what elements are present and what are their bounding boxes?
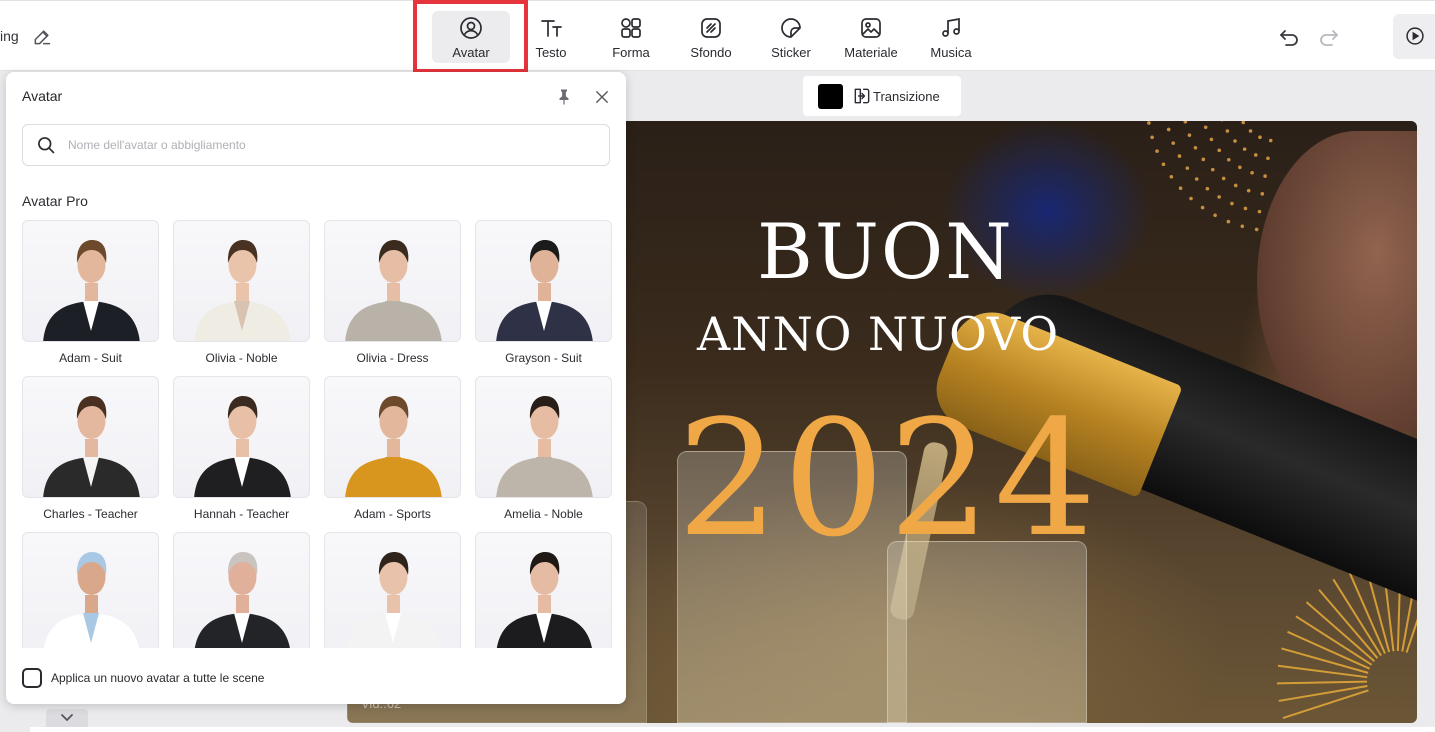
avatar-card[interactable]: Hannah - Teacher (173, 376, 310, 521)
pin-icon[interactable] (555, 87, 573, 107)
avatar-figure (194, 396, 291, 497)
tool-label: Musica (930, 45, 972, 60)
avatar-name: Olivia - Noble (205, 351, 278, 365)
avatar-name: Charles - Teacher (43, 507, 138, 521)
avatar-card[interactable]: Olivia - Noble (173, 220, 310, 365)
avatar-card[interactable]: Adam - Sports (324, 376, 461, 521)
tool-materiale[interactable]: Materiale (832, 11, 910, 63)
avatar-grid: Adam - Suit Olivia - Noble Olivia - Dress G… (22, 220, 612, 648)
tool-avatar[interactable]: Avatar (432, 11, 510, 63)
top-toolbar: ing Avatar Testo Forma Sfondo Sticker Ma… (0, 0, 1435, 71)
tool-label: Forma (612, 45, 650, 60)
apply-all-label: Applica un nuovo avatar a tutte le scene (51, 671, 265, 685)
avatar-thumbnail[interactable] (173, 532, 310, 648)
avatar-card[interactable]: Charles - Teacher (22, 376, 159, 521)
tool-label: Materiale (844, 45, 898, 60)
slide-year[interactable]: 2024 (677, 399, 1100, 559)
avatar-thumbnail[interactable] (173, 220, 310, 342)
avatar-figure (496, 240, 593, 341)
avatar-name: Amelia - Noble (504, 507, 583, 521)
tool-sfondo[interactable]: Sfondo (672, 11, 750, 63)
avatar-figure (43, 240, 140, 341)
avatar-thumbnail[interactable] (22, 220, 159, 342)
image-icon (861, 18, 881, 38)
chevron-down-icon (61, 714, 73, 722)
avatar-name: Olivia - Dress (356, 351, 429, 365)
avatar-icon (460, 17, 482, 39)
sticker-icon (781, 18, 801, 38)
avatar-thumbnail[interactable] (324, 532, 461, 648)
search-icon (38, 137, 55, 154)
avatar-figure (345, 552, 441, 648)
avatar-thumbnail[interactable] (324, 220, 461, 342)
avatar-card[interactable]: Grayson - Suit (475, 220, 612, 365)
slide-headline-anno-nuovo[interactable]: ANNO NUOVO (697, 307, 1059, 361)
avatar-name: Adam - Sports (354, 507, 431, 521)
avatar-thumbnail[interactable] (22, 376, 159, 498)
slide-headline-buon[interactable]: BUON (757, 207, 1014, 296)
transition-icon (854, 88, 870, 104)
avatar-thumbnail[interactable] (475, 220, 612, 342)
apply-all-row[interactable]: Applica un nuovo avatar a tutte le scene (22, 668, 264, 688)
avatar-card[interactable]: Adam - Suit (22, 220, 159, 365)
avatar-figure (496, 396, 593, 497)
avatar-search-input[interactable] (68, 138, 588, 152)
avatar-figure (496, 552, 592, 648)
avatar-figure (43, 552, 139, 648)
music-icon (942, 17, 960, 37)
tool-label: Sfondo (690, 45, 732, 60)
shapes-icon (621, 18, 641, 38)
tool-forma[interactable]: Forma (592, 11, 670, 63)
avatar-name: Hannah - Teacher (193, 507, 290, 521)
tool-musica[interactable]: Musica (912, 11, 990, 63)
apply-all-checkbox[interactable] (22, 668, 42, 688)
avatar-thumbnail[interactable] (324, 376, 461, 498)
edit-pencil-icon[interactable] (32, 27, 52, 47)
panel-title: Avatar (22, 88, 63, 104)
tool-sticker[interactable]: Sticker (752, 11, 830, 63)
avatar-card[interactable] (173, 532, 310, 648)
avatar-name: Adam - Suit (59, 351, 122, 365)
redo-icon[interactable] (1317, 25, 1341, 49)
avatar-figure (43, 396, 140, 497)
avatar-figure (194, 240, 291, 341)
avatar-search-field[interactable] (22, 124, 610, 166)
play-icon (1406, 27, 1424, 45)
section-title-avatar-pro: Avatar Pro (22, 193, 88, 209)
tool-label: Testo (535, 45, 567, 60)
avatar-card[interactable]: Amelia - Noble (475, 376, 612, 521)
background-color-swatch[interactable] (818, 83, 843, 109)
avatar-card[interactable] (22, 532, 159, 648)
avatar-thumbnail[interactable] (475, 376, 612, 498)
background-icon (701, 18, 721, 38)
transition-control[interactable]: Transizione (803, 76, 961, 116)
avatar-figure (194, 552, 290, 648)
tool-label: Avatar (452, 45, 490, 60)
close-icon[interactable] (593, 88, 611, 106)
avatar-thumbnail[interactable] (475, 532, 612, 648)
tool-testo[interactable]: Testo (512, 11, 590, 63)
avatar-figure (345, 396, 442, 497)
avatar-panel: Avatar Avatar Pro Adam - Suit Olivia - No… (6, 72, 626, 704)
collapse-timeline-button[interactable] (46, 709, 88, 727)
avatar-name: Grayson - Suit (505, 351, 582, 365)
tool-label: Sticker (771, 45, 811, 60)
avatar-figure (345, 240, 442, 341)
avatar-thumbnail[interactable] (173, 376, 310, 498)
undo-icon[interactable] (1277, 25, 1301, 49)
text-icon (541, 20, 562, 37)
project-name[interactable]: ing (0, 28, 19, 44)
transition-label: Transizione (873, 88, 940, 104)
avatar-card[interactable] (324, 532, 461, 648)
avatar-thumbnail[interactable] (22, 532, 159, 648)
preview-button[interactable] (1393, 14, 1435, 59)
avatar-card[interactable]: Olivia - Dress (324, 220, 461, 365)
timeline-strip (30, 727, 1435, 732)
avatar-card[interactable] (475, 532, 612, 648)
